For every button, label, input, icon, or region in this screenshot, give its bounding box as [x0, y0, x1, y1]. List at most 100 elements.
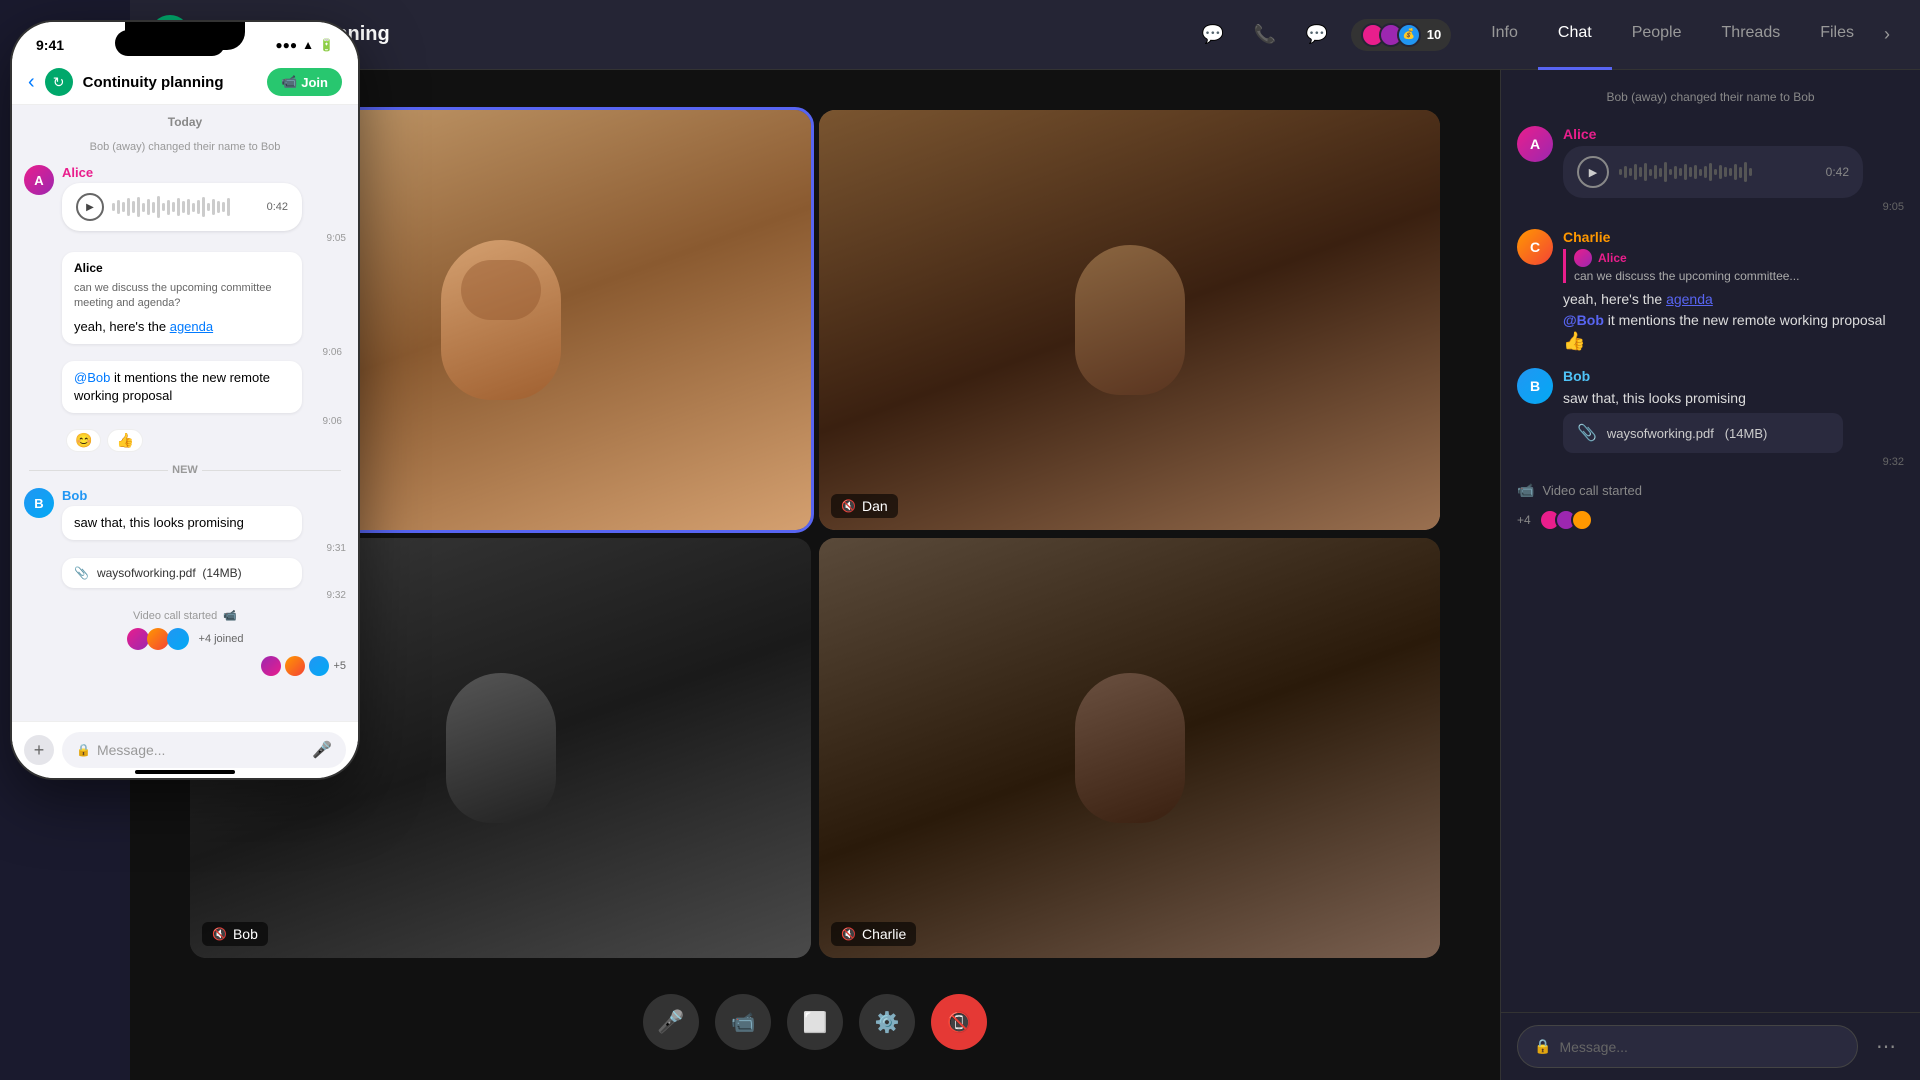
chat-waveform	[1619, 162, 1816, 182]
phone-extra-avatar-1	[261, 656, 281, 676]
phone-date-header: Today	[12, 105, 358, 139]
phone-message-input[interactable]: 🔒 Message... 🎤	[62, 732, 346, 768]
chat-charlie-emoji: 👍	[1563, 331, 1904, 352]
phone-bob-text-time: 9:31	[62, 543, 346, 554]
chat-file-name: waysofworking.pdf (14MB)	[1607, 426, 1767, 441]
chat-charlie-sender-name: Charlie	[1563, 229, 1904, 245]
phone-join-icon: 📹	[281, 74, 297, 90]
video-controls: 🎤 📹 ⬜ ⚙️ 📵	[130, 978, 1500, 1080]
settings-button[interactable]: ⚙️	[859, 994, 915, 1050]
phone-chat-body: Today Bob (away) changed their name to B…	[12, 105, 358, 751]
tab-more[interactable]: ›	[1874, 0, 1900, 70]
thread-action-icon: 💬	[1306, 24, 1328, 45]
chat-alice-voice-time: 9:05	[1563, 201, 1904, 213]
phone-extra-avatar-2	[285, 656, 305, 676]
phone-alice-voice-row: A Alice ▶ 0:42 9:05	[12, 161, 358, 248]
chat-message-input[interactable]: 🔒 Message...	[1517, 1025, 1858, 1068]
tab-threads[interactable]: Threads	[1702, 0, 1801, 70]
phone-voice-duration: 0:42	[267, 201, 288, 213]
chat-reply-avatar	[1574, 249, 1592, 267]
chat-bob-mention: @Bob	[1563, 312, 1604, 328]
phone-call-event-text: Video call started	[133, 610, 217, 622]
tab-chat[interactable]: Chat	[1538, 0, 1612, 70]
chat-joined-count: +4	[1517, 513, 1531, 527]
chat-bob-time: 9:32	[1563, 456, 1904, 468]
chat-action-button[interactable]: 💬	[1195, 17, 1231, 53]
alice-face	[441, 240, 561, 400]
tab-info-label: Info	[1491, 24, 1518, 42]
battery-icon: 🔋	[319, 38, 334, 52]
phone-reply-text: yeah, here's the	[74, 319, 170, 334]
phone-play-button[interactable]: ▶	[76, 193, 104, 221]
dan-video-feed	[819, 110, 1440, 530]
phone-back-button[interactable]: ‹	[28, 71, 35, 94]
mute-button[interactable]: 🎤	[643, 994, 699, 1050]
chat-alice-voice-row: A Alice ▶ 0:42 9:05	[1517, 120, 1904, 219]
phone-quote-header: Alice	[74, 260, 290, 277]
chat-charlie-content: Charlie Alice can we discuss the upcomin…	[1563, 229, 1904, 352]
app-header: ↻ Continuity planning 💬 📞 💬 💰 10	[130, 0, 1920, 70]
video-cell-charlie: 🔇 Charlie	[819, 538, 1440, 958]
phone-bob-file-bubble: 📎 waysofworking.pdf (14MB)	[62, 558, 302, 588]
mute-icon: 🎤	[657, 1009, 684, 1035]
phone-mic-icon[interactable]: 🎤	[312, 740, 332, 760]
charlie-video-name: Charlie	[862, 926, 906, 942]
call-action-icon: 📞	[1254, 24, 1276, 45]
camera-button[interactable]: 📹	[715, 994, 771, 1050]
phone-header: ‹ ↻ Continuity planning 📹 Join	[12, 60, 358, 105]
charlie-face	[1075, 673, 1185, 823]
phone-bob-mention: @Bob	[74, 370, 110, 385]
settings-icon: ⚙️	[875, 1010, 900, 1035]
phone-alice-quote-bubble: Alice can we discuss the upcoming commit…	[62, 252, 302, 344]
chat-bob-content: Bob saw that, this looks promising 📎 way…	[1563, 368, 1904, 468]
phone-reaction-smile[interactable]: 😊	[66, 429, 101, 452]
thread-action-button[interactable]: 💬	[1299, 17, 1335, 53]
main-app: ↻ Continuity planning 💬 📞 💬 💰 10	[130, 0, 1920, 1080]
phone-channel-title: Continuity planning	[83, 74, 257, 91]
chat-reply-header: Alice	[1574, 249, 1904, 267]
phone-reaction-thumbsup[interactable]: 👍	[107, 429, 142, 452]
chat-reply-sender: Alice	[1598, 251, 1627, 265]
chat-play-button[interactable]: ▶	[1577, 156, 1609, 188]
phone-join-button[interactable]: 📹 Join	[267, 68, 342, 96]
phone-joined-avatar-2	[147, 628, 169, 650]
tab-info[interactable]: Info	[1471, 0, 1538, 70]
participant-avatars: 💰	[1361, 23, 1421, 47]
charlie-video-feed	[819, 538, 1440, 958]
phone-input-placeholder: Message...	[97, 742, 306, 758]
chat-messages-list: Bob (away) changed their name to Bob A A…	[1501, 70, 1920, 1012]
chat-charlie-text: yeah, here's the agenda	[1563, 289, 1904, 310]
phone-status-icons: ●●● ▲ 🔋	[275, 38, 334, 52]
phone-bob-file-time: 9:32	[62, 590, 346, 601]
bob-mic-icon: 🔇	[212, 927, 227, 941]
phone-alice-avatar: A	[24, 165, 54, 195]
phone-joined-avatar-3	[167, 628, 189, 650]
phone-add-button[interactable]: +	[24, 735, 54, 765]
chat-more-button[interactable]: ⋯	[1868, 1030, 1904, 1063]
bob-video-name: Bob	[233, 926, 258, 942]
phone-system-message: Bob (away) changed their name to Bob	[12, 139, 358, 161]
chat-agenda-link[interactable]: agenda	[1666, 291, 1713, 307]
participants-pill[interactable]: 💰 10	[1351, 19, 1451, 51]
phone-bob-text-bubble: saw that, this looks promising	[62, 506, 302, 540]
bob-name-tag: 🔇 Bob	[202, 922, 268, 946]
phone-quote-text: can we discuss the upcoming committee me…	[74, 281, 290, 312]
phone-alice-voice-content: Alice ▶ 0:42 9:05	[62, 165, 346, 244]
phone-plus-5: +5	[333, 660, 346, 672]
phone-agenda-link[interactable]: agenda	[170, 319, 213, 334]
share-screen-button[interactable]: ⬜	[787, 994, 843, 1050]
chat-voice-duration: 0:42	[1826, 165, 1849, 179]
phone-alice-text-row: Alice can we discuss the upcoming commit…	[12, 248, 358, 456]
call-action-button[interactable]: 📞	[1247, 17, 1283, 53]
chat-bob-sender-name: Bob	[1563, 368, 1904, 384]
phone-mockup: 9:41 ●●● ▲ 🔋 ‹ ↻ Continuity planning 📹 J…	[10, 20, 380, 840]
end-call-button[interactable]: 📵	[931, 994, 987, 1050]
chat-bob-avatar: B	[1517, 368, 1553, 404]
camera-icon: 📹	[731, 1010, 756, 1035]
phone-mention-time: 9:06	[62, 416, 342, 427]
phone-bob-content: Bob saw that, this looks promising 9:31 …	[62, 488, 346, 601]
phone-lock-icon: 🔒	[76, 743, 91, 757]
phone-alice-mention-bubble: @Bob it mentions the new remote working …	[62, 361, 302, 413]
tab-files[interactable]: Files	[1800, 0, 1874, 70]
tab-people[interactable]: People	[1612, 0, 1702, 70]
